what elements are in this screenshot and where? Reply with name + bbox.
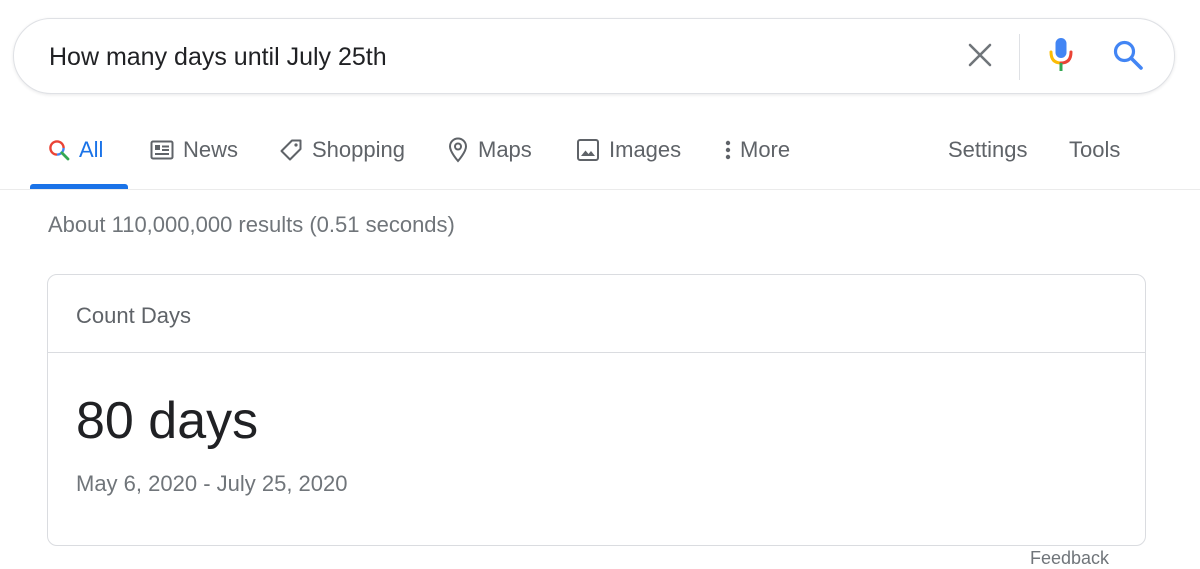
close-icon	[967, 42, 993, 73]
tools-link[interactable]: Tools	[1069, 110, 1120, 190]
search-input[interactable]	[49, 39, 929, 75]
tab-all[interactable]: All	[48, 110, 103, 190]
header-divider	[0, 189, 1200, 190]
card-title: Count Days	[76, 303, 191, 328]
voice-search-button[interactable]	[1042, 34, 1080, 80]
microphone-icon	[1048, 36, 1074, 79]
tab-shopping[interactable]: Shopping	[279, 110, 405, 190]
search-button[interactable]	[1106, 35, 1150, 79]
feedback-link[interactable]: Feedback	[1030, 548, 1109, 569]
tab-label: Shopping	[312, 137, 405, 162]
news-icon	[150, 139, 174, 161]
search-box[interactable]	[13, 18, 1175, 94]
count-days-card: Count Days 80 days May 6, 2020 - July 25…	[47, 274, 1146, 546]
tab-label: More	[740, 137, 791, 162]
tab-label: News	[183, 137, 239, 162]
settings-label: Settings	[948, 137, 1028, 162]
map-pin-icon	[447, 137, 469, 163]
days-count: 80 days	[76, 392, 259, 450]
tab-label: Maps	[478, 137, 532, 162]
search-tabs: All News Shopping Maps Images More Setti…	[0, 110, 1200, 190]
date-range: May 6, 2020 - July 25, 2020	[76, 471, 348, 496]
tab-more[interactable]: More	[722, 110, 790, 190]
tab-images[interactable]: Images	[576, 110, 681, 190]
image-icon	[576, 138, 600, 162]
result-stats: About 110,000,000 results (0.51 seconds)	[48, 212, 455, 237]
search-divider	[1019, 34, 1020, 80]
settings-link[interactable]: Settings	[948, 110, 1028, 190]
tab-news[interactable]: News	[150, 110, 238, 190]
search-icon	[1112, 39, 1144, 76]
tab-label: Images	[609, 137, 682, 162]
tab-maps[interactable]: Maps	[447, 110, 532, 190]
search-icon	[48, 139, 70, 161]
tools-label: Tools	[1069, 137, 1121, 162]
card-divider	[48, 352, 1145, 353]
tag-icon	[279, 138, 303, 162]
tab-label: All	[79, 137, 104, 162]
more-vert-icon	[722, 138, 734, 162]
clear-button[interactable]	[959, 36, 1001, 78]
